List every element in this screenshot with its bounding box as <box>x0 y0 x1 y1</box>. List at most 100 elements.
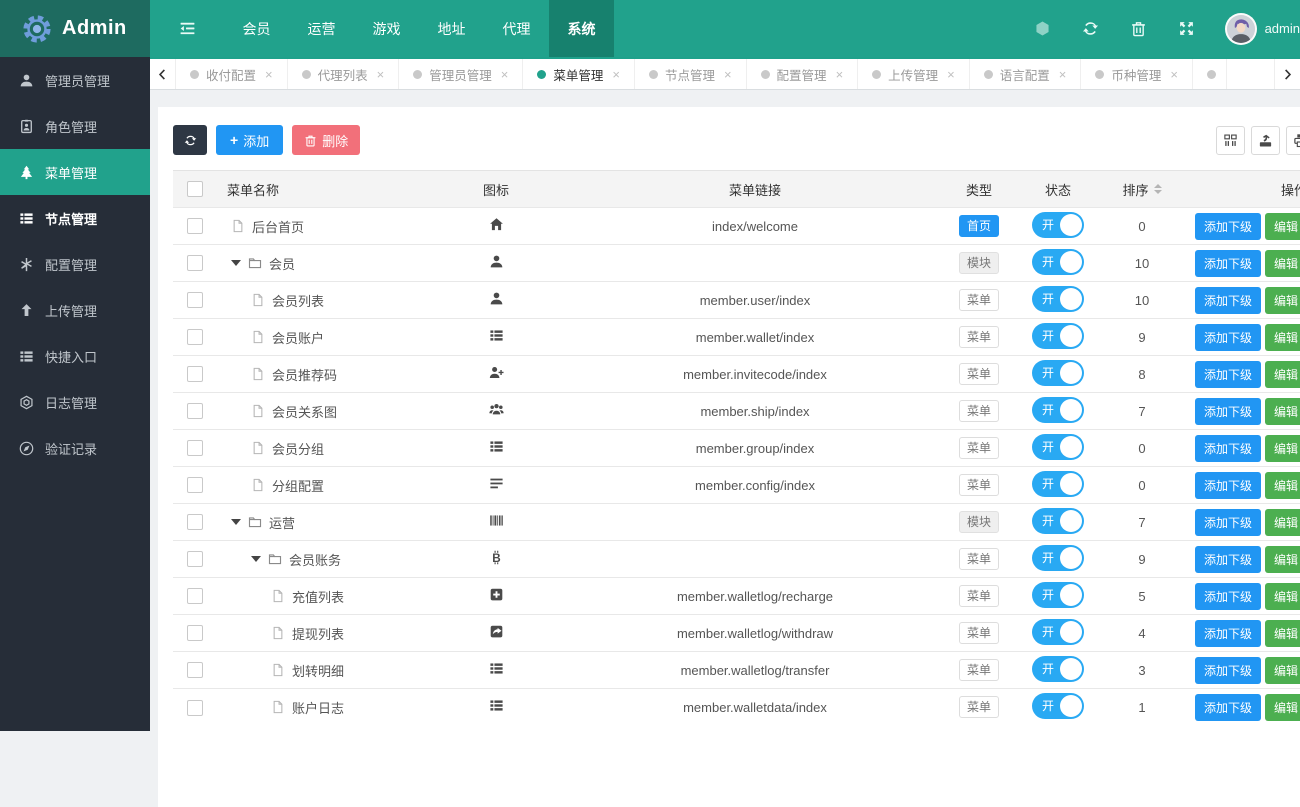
tab-5[interactable]: 节点管理 × <box>635 59 747 89</box>
edit-button[interactable]: 编辑 <box>1264 693 1300 721</box>
tab-close-icon[interactable]: × <box>1059 67 1067 82</box>
nav-item-4[interactable]: 地址 <box>419 0 484 57</box>
row-checkbox[interactable] <box>187 218 203 235</box>
sidebar-item-2[interactable]: 角色管理 <box>0 103 150 149</box>
status-toggle[interactable]: 开 <box>1032 359 1084 386</box>
sidebar-collapse-button[interactable] <box>150 0 224 57</box>
tab-3[interactable]: 管理员管理 × <box>399 59 524 89</box>
edit-button[interactable]: 编辑 <box>1264 323 1300 351</box>
row-checkbox[interactable] <box>187 292 203 309</box>
add-button[interactable]: + 添加 <box>216 125 284 155</box>
edit-button[interactable]: 编辑 <box>1264 212 1300 240</box>
add-child-button[interactable]: 添加下级 <box>1194 360 1261 388</box>
tab-close-icon[interactable]: × <box>1170 67 1178 82</box>
tab-overflow[interactable] <box>1193 59 1227 89</box>
edit-button[interactable]: 编辑 <box>1264 508 1300 536</box>
nav-item-6[interactable]: 系统 <box>549 0 614 57</box>
row-checkbox[interactable] <box>187 255 203 272</box>
tab-6[interactable]: 配置管理 × <box>747 59 859 89</box>
edit-button[interactable]: 编辑 <box>1264 434 1300 462</box>
tabs-scroll-right-button[interactable] <box>1274 59 1300 89</box>
row-checkbox[interactable] <box>187 440 203 457</box>
status-toggle[interactable]: 开 <box>1032 211 1084 238</box>
edit-button[interactable]: 编辑 <box>1264 471 1300 499</box>
user-menu[interactable]: admin <box>1224 12 1300 45</box>
status-toggle[interactable]: 开 <box>1032 248 1084 275</box>
tabs-scroll-left-button[interactable] <box>150 59 176 89</box>
row-checkbox[interactable] <box>187 366 203 383</box>
nav-item-5[interactable]: 代理 <box>484 0 549 57</box>
brand-logo[interactable]: Admin <box>0 0 150 57</box>
col-header-icon[interactable]: 图标 <box>422 170 570 208</box>
nav-item-1[interactable]: 会员 <box>224 0 289 57</box>
caret-down-icon[interactable] <box>231 260 241 266</box>
header-hexagon-button[interactable] <box>1019 20 1067 37</box>
col-header-sort[interactable]: 排序 <box>1122 180 1162 199</box>
row-checkbox[interactable] <box>187 551 203 568</box>
sidebar-item-1[interactable]: 管理员管理 <box>0 57 150 103</box>
refresh-button[interactable] <box>173 125 207 155</box>
add-child-button[interactable]: 添加下级 <box>1194 212 1261 240</box>
tab-7[interactable]: 上传管理 × <box>858 59 970 89</box>
add-child-button[interactable]: 添加下级 <box>1194 693 1261 721</box>
columns-button[interactable] <box>1216 125 1245 155</box>
tab-8[interactable]: 语言配置 × <box>970 59 1082 89</box>
row-checkbox[interactable] <box>187 625 203 642</box>
status-toggle[interactable]: 开 <box>1032 285 1084 312</box>
tab-4[interactable]: 菜单管理 × <box>523 59 635 89</box>
status-toggle[interactable]: 开 <box>1032 544 1084 571</box>
status-toggle[interactable]: 开 <box>1032 692 1084 719</box>
add-child-button[interactable]: 添加下级 <box>1194 582 1261 610</box>
status-toggle[interactable]: 开 <box>1032 433 1084 460</box>
status-toggle[interactable]: 开 <box>1032 470 1084 497</box>
export-button[interactable] <box>1251 125 1280 155</box>
nav-item-3[interactable]: 游戏 <box>354 0 419 57</box>
edit-button[interactable]: 编辑 <box>1264 249 1300 277</box>
avatar[interactable] <box>1224 12 1257 45</box>
edit-button[interactable]: 编辑 <box>1264 582 1300 610</box>
row-checkbox[interactable] <box>187 329 203 346</box>
tab-close-icon[interactable]: × <box>724 67 732 82</box>
col-header-link[interactable]: 菜单链接 <box>570 170 940 208</box>
add-child-button[interactable]: 添加下级 <box>1194 286 1261 314</box>
edit-button[interactable]: 编辑 <box>1264 286 1300 314</box>
status-toggle[interactable]: 开 <box>1032 507 1084 534</box>
add-child-button[interactable]: 添加下级 <box>1194 323 1261 351</box>
row-checkbox[interactable] <box>187 403 203 420</box>
add-child-button[interactable]: 添加下级 <box>1194 397 1261 425</box>
status-toggle[interactable]: 开 <box>1032 655 1084 682</box>
status-toggle[interactable]: 开 <box>1032 581 1084 608</box>
sidebar-item-6[interactable]: 上传管理 <box>0 287 150 333</box>
tab-close-icon[interactable]: × <box>501 67 509 82</box>
col-header-type[interactable]: 类型 <box>940 170 1018 208</box>
add-child-button[interactable]: 添加下级 <box>1194 471 1261 499</box>
tab-close-icon[interactable]: × <box>612 67 620 82</box>
col-header-status[interactable]: 状态 <box>1018 170 1098 208</box>
print-button[interactable] <box>1286 125 1300 155</box>
header-refresh-button[interactable] <box>1067 20 1115 37</box>
header-trash-button[interactable] <box>1115 20 1163 37</box>
tab-close-icon[interactable]: × <box>836 67 844 82</box>
tab-2[interactable]: 代理列表 × <box>288 59 400 89</box>
tab-close-icon[interactable]: × <box>947 67 955 82</box>
status-toggle[interactable]: 开 <box>1032 396 1084 423</box>
sidebar-item-8[interactable]: 日志管理 <box>0 379 150 425</box>
caret-down-icon[interactable] <box>231 519 241 525</box>
row-checkbox[interactable] <box>187 662 203 679</box>
sidebar-item-7[interactable]: 快捷入口 <box>0 333 150 379</box>
add-child-button[interactable]: 添加下级 <box>1194 656 1261 684</box>
tab-1[interactable]: 收付配置 × <box>176 59 288 89</box>
row-checkbox[interactable] <box>187 477 203 494</box>
add-child-button[interactable]: 添加下级 <box>1194 508 1261 536</box>
tab-close-icon[interactable]: × <box>377 67 385 82</box>
nav-item-2[interactable]: 运营 <box>289 0 354 57</box>
edit-button[interactable]: 编辑 <box>1264 619 1300 647</box>
edit-button[interactable]: 编辑 <box>1264 397 1300 425</box>
sidebar-item-4[interactable]: 节点管理 <box>0 195 150 241</box>
status-toggle[interactable]: 开 <box>1032 618 1084 645</box>
tab-close-icon[interactable]: × <box>265 67 273 82</box>
add-child-button[interactable]: 添加下级 <box>1194 249 1261 277</box>
row-checkbox[interactable] <box>187 699 203 716</box>
add-child-button[interactable]: 添加下级 <box>1194 434 1261 462</box>
add-child-button[interactable]: 添加下级 <box>1194 619 1261 647</box>
